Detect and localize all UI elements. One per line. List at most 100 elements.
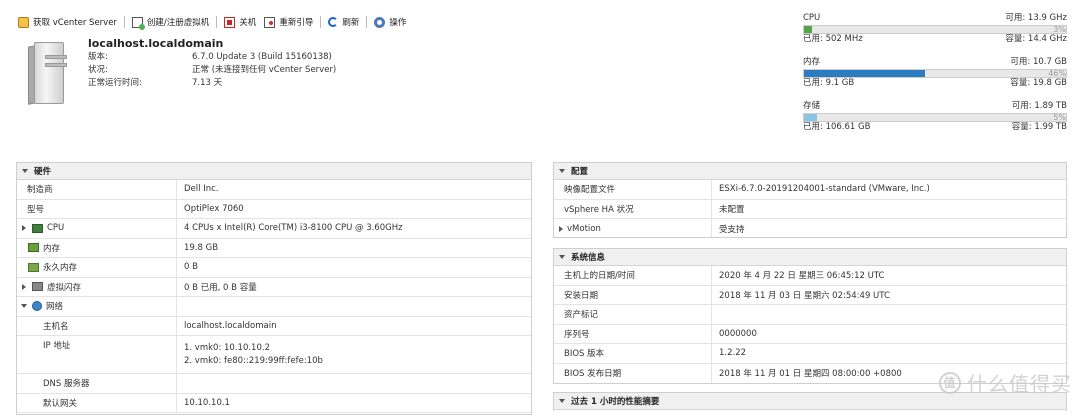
hardware-panel-header[interactable]: 硬件 <box>17 163 531 180</box>
hw-label: 默认网关 <box>43 398 78 409</box>
memory-used: 已用: 9.1 GB <box>803 78 855 88</box>
vcenter-icon <box>18 16 29 28</box>
memory-free: 可用: 10.7 GB <box>1010 57 1067 67</box>
expand-caret-icon[interactable] <box>22 225 26 232</box>
shutdown-label: 关机 <box>239 18 257 28</box>
hw-row-gateway: 默认网关 10.10.10.1 <box>17 393 531 413</box>
hw-row-virtual-flash[interactable]: 虚拟闪存 0 B 已用, 0 B 容量 <box>17 277 531 297</box>
sys-value <box>712 305 1066 324</box>
memory-usage-bar: 46% <box>803 69 1067 78</box>
cpu-meter: CPU 可用: 13.9 GHz 3% 已用: 502 MHz 容量: 14.4 G… <box>803 13 1067 45</box>
sys-label: 安装日期 <box>564 290 599 301</box>
shutdown-icon <box>224 16 236 28</box>
host-version-row: 版本: 6.7.0 Update 3 (Build 15160138) <box>88 51 336 64</box>
toolbar-separator <box>366 16 368 28</box>
cfg-value: 受支持 <box>719 224 745 235</box>
expand-caret-icon[interactable] <box>559 225 563 232</box>
refresh-button[interactable]: 刷新 <box>328 16 359 28</box>
actions-button[interactable]: 操作 <box>374 16 406 28</box>
reboot-icon <box>264 16 276 28</box>
hw-label: 型号 <box>27 204 45 215</box>
sys-label: 主机上的日期/时间 <box>564 271 635 282</box>
hw-value <box>177 374 531 393</box>
hw-row-memory: 内存 19.8 GB <box>17 238 531 258</box>
collapse-caret-icon[interactable] <box>21 304 27 309</box>
sys-row-asset-tag: 资产标记 <box>554 305 1066 325</box>
create-vm-label: 创建/注册虚拟机 <box>146 18 210 28</box>
sys-value: 1.2.22 <box>719 348 747 359</box>
host-field-label: 版本: <box>88 52 108 62</box>
toolbar-separator <box>123 16 125 28</box>
storage-usage-fill <box>804 114 818 121</box>
cpu-usage-bar: 3% <box>803 25 1067 34</box>
hw-value: 4 CPUs x Intel(R) Core(TM) i3-8100 CPU @… <box>184 223 403 234</box>
cfg-row-vmotion[interactable]: vMotion 受支持 <box>554 219 1066 237</box>
hw-value: 0 B <box>184 262 198 273</box>
ip-address-2: 2. vmk0: fe80::219:99ff:fefe:10b <box>184 356 323 366</box>
cfg-row-image-profile: 映像配置文件 ESXi-6.7.0-20191204001-standard (… <box>554 180 1066 200</box>
watermark-text: 什么值得买 <box>967 372 1072 396</box>
cfg-value: ESXi-6.7.0-20191204001-standard (VMware,… <box>719 184 930 195</box>
hw-value: 19.8 GB <box>184 242 219 253</box>
system-info-panel-header[interactable]: 系统信息 <box>554 249 1066 266</box>
hw-row-ip-address: IP 地址 1. vmk0: 10.10.10.2 2. vmk0: fe80:… <box>17 336 531 374</box>
hw-label: 永久内存 <box>43 263 78 274</box>
hardware-panel: 硬件 制造商 Dell Inc. 型号 OptiPlex 7060 CPU 4 … <box>16 162 532 415</box>
config-panel: 配置 映像配置文件 ESXi-6.7.0-20191204001-standar… <box>553 162 1067 238</box>
host-uptime-value: 7.13 天 <box>192 78 223 88</box>
storage-percent: 5% <box>1053 113 1066 122</box>
storage-free: 可用: 1.89 TB <box>1011 101 1067 111</box>
gear-icon <box>374 16 386 28</box>
hw-value: localhost.localdomain <box>184 320 277 331</box>
cpu-used: 已用: 502 MHz <box>803 34 863 44</box>
get-vcenter-button[interactable]: 获取 vCenter Server <box>18 16 117 28</box>
performance-panel-title: 过去 1 小时的性能摘要 <box>571 397 660 407</box>
create-vm-button[interactable]: 创建/注册虚拟机 <box>131 16 210 30</box>
hw-value: Dell Inc. <box>184 184 219 195</box>
cpu-free: 可用: 13.9 GHz <box>1005 13 1067 23</box>
hw-row-dns: DNS 服务器 <box>17 374 531 394</box>
hw-value: 10.10.10.1 <box>184 397 230 408</box>
hw-row-network[interactable]: 网络 <box>17 297 531 317</box>
storage-used: 已用: 106.61 GB <box>803 122 871 132</box>
sys-row-install-date: 安装日期 2018 年 11 月 03 日 星期六 02:54:49 UTC <box>554 285 1066 305</box>
sys-label: BIOS 版本 <box>564 349 605 360</box>
hw-value <box>177 297 531 316</box>
shutdown-button[interactable]: 关机 <box>224 16 256 28</box>
hw-row-persistent-memory: 永久内存 0 B <box>17 258 531 278</box>
sys-label: 资产标记 <box>564 310 599 321</box>
hw-label: 虚拟闪存 <box>47 282 82 293</box>
persistent-memory-icon <box>28 262 39 272</box>
cfg-label: 映像配置文件 <box>564 185 616 196</box>
hw-label: IP 地址 <box>43 341 71 351</box>
cpu-icon <box>32 223 43 233</box>
memory-capacity: 容量: 19.8 GB <box>1010 78 1067 88</box>
cfg-value: 未配置 <box>719 204 745 215</box>
hw-row-cpu[interactable]: CPU 4 CPUs x Intel(R) Core(TM) i3-8100 C… <box>17 219 531 239</box>
hw-label: 主机名 <box>43 321 69 332</box>
actions-label: 操作 <box>389 18 407 28</box>
toolbar-separator <box>320 16 322 28</box>
sys-value: 2018 年 11 月 03 日 星期六 02:54:49 UTC <box>719 290 890 301</box>
memory-meter: 内存 可用: 10.7 GB 46% 已用: 9.1 GB 容量: 19.8 GB <box>803 57 1067 89</box>
host-uptime-row: 正常运行时间: 7.13 天 <box>88 77 336 90</box>
collapse-caret-icon <box>559 169 565 173</box>
hw-value: OptiPlex 7060 <box>184 203 244 214</box>
sys-value: 0000000 <box>719 328 757 339</box>
cpu-usage-fill <box>804 26 812 33</box>
storage-meter-title: 存储 <box>803 101 821 111</box>
sys-row-bios-version: BIOS 版本 1.2.22 <box>554 344 1066 364</box>
collapse-caret-icon <box>22 169 28 173</box>
sys-value: 2020 年 4 月 22 日 星期三 06:45:12 UTC <box>719 271 885 282</box>
host-status-value: 正常 (未连接到任何 vCenter Server) <box>192 65 337 75</box>
hw-label: 网络 <box>46 302 64 313</box>
memory-percent: 46% <box>1048 69 1066 78</box>
reboot-button[interactable]: 重新引导 <box>264 16 313 28</box>
toolbar-separator <box>216 16 218 28</box>
sys-row-serial: 序列号 0000000 <box>554 324 1066 344</box>
host-info: 版本: 6.7.0 Update 3 (Build 15160138) 状况: … <box>88 51 336 90</box>
expand-caret-icon[interactable] <box>22 283 26 290</box>
storage-capacity: 容量: 1.99 TB <box>1011 122 1067 132</box>
config-panel-header[interactable]: 配置 <box>554 163 1066 180</box>
hw-label: 内存 <box>43 243 61 254</box>
